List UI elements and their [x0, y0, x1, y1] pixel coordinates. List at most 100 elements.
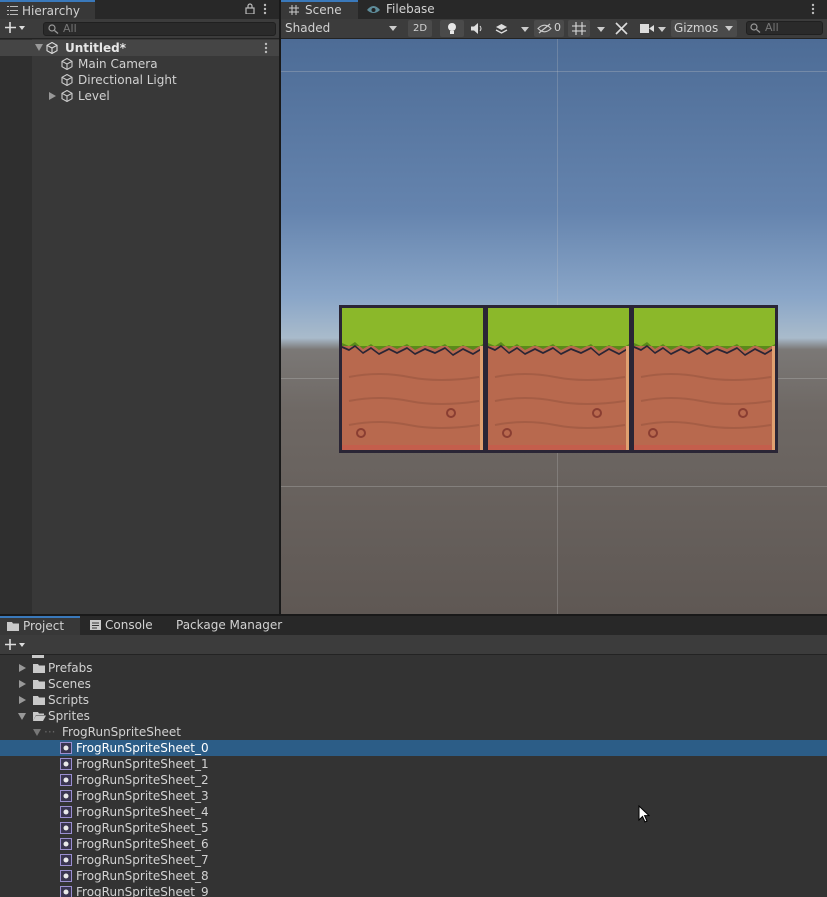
lighting-toggle-button[interactable] — [440, 20, 464, 37]
sprite-row[interactable]: FrogRunSpriteSheet_6 — [0, 836, 827, 852]
chevron-down-icon[interactable] — [35, 44, 43, 51]
chevron-right-icon[interactable] — [19, 696, 26, 704]
2d-mode-label: 2D — [412, 23, 428, 34]
scene-kebab-icon[interactable] — [264, 42, 268, 54]
2d-mode-button[interactable]: 2D — [408, 20, 432, 37]
sprite-row[interactable]: FrogRunSpriteSheet_3 — [0, 788, 827, 804]
add-icon[interactable] — [5, 639, 25, 651]
sprite-row[interactable]: FrogRunSpriteSheet_4 — [0, 804, 827, 820]
spritesheet-row[interactable]: ··· FrogRunSpriteSheet — [0, 724, 827, 740]
sprite-icon — [60, 870, 72, 882]
sprite-icon — [60, 742, 72, 754]
sprite-label: FrogRunSpriteSheet_0 — [76, 741, 209, 755]
tab-project[interactable]: Project — [0, 616, 80, 635]
sprite-label: FrogRunSpriteSheet_3 — [76, 789, 209, 803]
effects-icon[interactable] — [495, 23, 508, 35]
hierarchy-item-label: Main Camera — [78, 57, 158, 71]
scene-visibility-button[interactable]: 0 — [534, 20, 564, 37]
tab-filebase[interactable]: Filebase — [360, 0, 450, 19]
gameobject-cube-icon — [61, 58, 73, 70]
folder-icon — [33, 679, 45, 689]
sprite-row[interactable]: FrogRunSpriteSheet_0 — [0, 740, 827, 756]
search-placeholder: All — [63, 22, 77, 35]
filebase-icon — [366, 4, 381, 15]
scene-toolbar: Shaded 2D 0 Gizmos All — [281, 19, 827, 39]
lock-icon[interactable] — [245, 3, 255, 14]
camera-dropdown-arrow-icon[interactable] — [658, 27, 666, 32]
folder-row-sprites[interactable]: Sprites — [0, 708, 827, 724]
sprite-row[interactable]: FrogRunSpriteSheet_8 — [0, 868, 827, 884]
folder-label: Prefabs — [48, 661, 93, 675]
hierarchy-item-main-camera[interactable]: Main Camera — [32, 56, 279, 72]
unity-scene-icon — [46, 42, 58, 54]
scene-tab-label: Scene — [305, 3, 342, 17]
hierarchy-toolbar: All — [0, 19, 279, 39]
kebab-menu-icon[interactable] — [263, 3, 267, 15]
hierarchy-gutter — [0, 39, 32, 614]
folder-row-prefabs[interactable]: Prefabs — [0, 660, 827, 676]
mouse-cursor-icon — [638, 805, 650, 823]
tools-icon[interactable] — [615, 22, 628, 35]
folder-open-icon — [33, 711, 46, 721]
tab-package-manager[interactable]: Package Manager — [168, 616, 288, 635]
project-toolbar — [0, 635, 827, 655]
scene-viewport[interactable] — [281, 39, 827, 614]
gizmos-dropdown[interactable]: Gizmos — [671, 20, 737, 37]
sprite-icon — [60, 854, 72, 866]
dropdown-arrow-icon — [725, 26, 733, 31]
hierarchy-item-label: Directional Light — [78, 73, 177, 87]
gameobject-cube-icon — [61, 90, 73, 102]
folder-row-scenes[interactable]: Scenes — [0, 676, 827, 692]
sprite-row[interactable]: FrogRunSpriteSheet_2 — [0, 772, 827, 788]
hierarchy-item-directional-light[interactable]: Directional Light — [32, 72, 279, 88]
hierarchy-item-level[interactable]: Level — [32, 88, 279, 104]
sprite-label: FrogRunSpriteSheet_5 — [76, 821, 209, 835]
grid-line-horizontal — [281, 71, 827, 72]
hierarchy-search-input[interactable]: All — [43, 22, 276, 36]
sprite-label: FrogRunSpriteSheet_9 — [76, 885, 209, 897]
chevron-down-icon[interactable] — [33, 729, 41, 736]
sprite-icon — [60, 886, 72, 897]
grid-line-horizontal — [281, 486, 827, 487]
chevron-down-icon[interactable] — [18, 713, 26, 720]
chevron-right-icon[interactable] — [49, 92, 56, 100]
grid-snap-button[interactable] — [568, 20, 590, 37]
folder-label: Sprites — [48, 709, 90, 723]
scene-root-item[interactable]: Untitled* — [0, 40, 279, 56]
folder-row-scripts[interactable]: Scripts — [0, 692, 827, 708]
sprite-label: FrogRunSpriteSheet_6 — [76, 837, 209, 851]
sprite-row[interactable]: FrogRunSpriteSheet_1 — [0, 756, 827, 772]
dropdown-arrow-icon — [389, 26, 397, 31]
sprite-row[interactable]: FrogRunSpriteSheet_5 — [0, 820, 827, 836]
project-tree: Prefabs Scenes Scripts Sprites ··· FrogR… — [0, 655, 827, 897]
effects-dropdown-arrow-icon[interactable] — [521, 27, 529, 32]
sprite-icon — [60, 758, 72, 770]
sprite-icon — [60, 790, 72, 802]
sprite-row[interactable]: FrogRunSpriteSheet_9 — [0, 884, 827, 897]
sprite-label: FrogRunSpriteSheet_8 — [76, 869, 209, 883]
audio-icon[interactable] — [471, 23, 484, 34]
ground-tile[interactable] — [339, 305, 486, 453]
add-icon[interactable] — [5, 22, 25, 34]
chevron-right-icon[interactable] — [19, 664, 26, 672]
scene-kebab-menu-icon[interactable] — [811, 3, 815, 15]
ground-tile[interactable] — [485, 305, 632, 453]
chevron-right-icon[interactable] — [19, 680, 26, 688]
console-icon — [90, 620, 101, 630]
folder-icon — [32, 655, 44, 658]
tab-hierarchy[interactable]: Hierarchy — [0, 0, 95, 19]
search-icon — [750, 23, 761, 33]
package-manager-tab-label: Package Manager — [176, 618, 283, 632]
camera-icon[interactable] — [640, 24, 654, 33]
ground-tile[interactable] — [631, 305, 778, 453]
dotted-connector: ··· — [44, 725, 56, 739]
tab-scene[interactable]: Scene — [281, 0, 358, 19]
shading-mode-label: Shaded — [285, 21, 331, 35]
folder-label: Scripts — [48, 693, 90, 707]
scene-search-input[interactable]: All — [746, 21, 823, 35]
grid-dropdown-arrow-icon[interactable] — [597, 27, 605, 32]
folder-icon — [33, 695, 45, 705]
tab-console[interactable]: Console — [82, 616, 162, 635]
sprite-row[interactable]: FrogRunSpriteSheet_7 — [0, 852, 827, 868]
shading-mode-dropdown[interactable]: Shaded — [281, 20, 401, 37]
